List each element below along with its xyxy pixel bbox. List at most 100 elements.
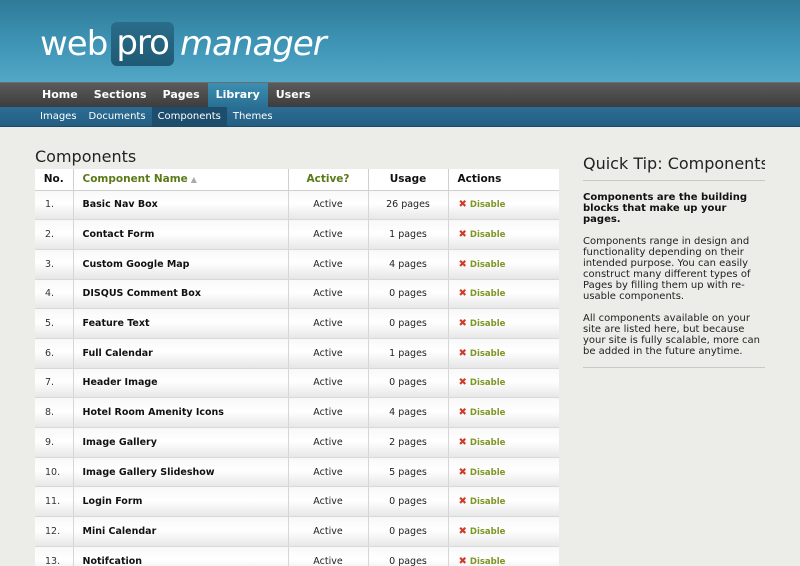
page-title: Components [35,147,137,166]
usage-count: 0 pages [368,546,449,566]
active-status: Active [288,190,369,221]
logo[interactable]: web pro manager [40,22,327,66]
row-number: 11. [35,486,74,518]
disable-label: Disable [469,259,506,270]
disable-button[interactable]: ✖ Disable [458,229,506,241]
table-row: 8. Hotel Room Amenity Icons Active 4 pages ✖… [35,397,559,428]
usage-count: 1 pages [368,338,449,369]
disable-button[interactable]: ✖ Disable [459,348,506,359]
active-status: Active [288,546,369,566]
actions-cell: ✖ Disable [448,427,559,458]
row-number: 8. [35,397,74,428]
logo-part-manager: manager [179,24,327,64]
disable-label: Disable [469,408,506,419]
active-status: Active [288,368,369,399]
red-x-icon: ✖ [458,407,467,419]
actions-cell: ✖ Disable [448,190,559,221]
component-name: Header Image [73,368,289,399]
disable-button[interactable]: ✖ Disable [458,318,506,330]
active-status: Active [288,219,369,250]
quick-tip-paragraph-1: Components range in design and functiona… [583,236,751,302]
usage-count: 4 pages [368,249,449,280]
nav-pages[interactable]: Pages [155,83,208,107]
component-name: Custom Google Map [73,249,289,280]
disable-button[interactable]: ✖ Disable [459,259,506,270]
table-row: 4. DISQUS Comment Box Active 0 pages ✖ Disabl… [35,279,559,310]
logo-part-web: web [40,24,108,64]
component-name: Image Gallery [73,427,289,458]
table-row: 2. Contact Form Active 1 pages ✖ Disable [35,219,559,250]
quick-tip-title: Quick Tip: Components [583,154,765,181]
col-header-active[interactable]: Active? [288,169,369,191]
quick-tip-lead: Components are the building blocks that … [583,192,747,225]
table-row: 7. Header Image Active 0 pages ✖ Disable [35,368,559,399]
actions-cell: ✖ Disable [448,457,559,488]
table-row: 3. Custom Google Map Active 4 pages ✖ Disable [35,249,559,280]
sub-nav: Images Documents Components Themes [0,107,800,127]
disable-button[interactable]: ✖ Disable [459,556,506,566]
usage-count: 0 pages [368,486,449,518]
disable-button[interactable]: ✖ Disable [458,407,506,419]
row-number: 7. [35,368,74,399]
nav-home[interactable]: Home [34,83,86,107]
usage-count: 5 pages [368,457,449,488]
actions-cell: ✖ Disable [448,516,559,547]
active-status: Active [288,486,369,518]
usage-count: 2 pages [368,427,449,458]
row-number: 2. [35,219,74,250]
disable-label: Disable [469,230,506,241]
component-name: Login Form [73,486,289,518]
disable-button[interactable]: ✖ Disable [458,436,506,448]
usage-count: 0 pages [368,279,449,310]
usage-count: 26 pages [368,190,449,221]
component-name: Contact Form [73,219,289,250]
subnav-components[interactable]: Components [151,107,227,126]
disable-label: Disable [469,378,506,389]
col-header-name[interactable]: Component Name ▲ [73,169,289,191]
disable-button[interactable]: ✖ Disable [459,526,506,537]
disable-button[interactable]: ✖ Disable [459,199,506,211]
red-x-icon: ✖ [458,318,467,330]
disable-label: Disable [469,348,506,359]
col-header-name-label: Component Name [82,173,188,186]
disable-label: Disable [469,467,506,478]
red-x-icon: ✖ [458,466,467,478]
table-row: 1. Basic Nav Box Active 26 pages ✖ Disable [35,190,559,221]
disable-label: Disable [469,200,506,211]
actions-cell: ✖ Disable [448,219,559,250]
disable-button[interactable]: ✖ Disable [459,496,506,507]
actions-cell: ✖ Disable [448,279,559,310]
nav-sections[interactable]: Sections [86,83,155,107]
disable-label: Disable [469,526,506,537]
disable-label: Disable [469,437,506,448]
table-row: 12. Mini Calendar Active 0 pages ✖ Disable [35,516,559,547]
sort-up-arrow-icon[interactable]: ▲ [191,175,197,184]
red-x-icon: ✖ [458,436,467,448]
actions-cell: ✖ Disable [448,338,559,369]
usage-count: 0 pages [368,368,449,399]
usage-count: 0 pages [368,308,449,339]
col-header-actions: Actions [448,169,559,191]
disable-label: Disable [469,319,506,330]
col-header-no: No. [35,169,74,191]
component-name: Image Gallery Slideshow [73,457,289,488]
red-x-icon: ✖ [458,229,467,241]
table-row: 13. Notifcation Active 0 pages ✖ Disable [35,546,559,566]
disable-button[interactable]: ✖ Disable [459,288,506,300]
subnav-themes[interactable]: Themes [227,107,279,126]
actions-cell: ✖ Disable [448,249,559,280]
subnav-images[interactable]: Images [34,107,83,126]
nav-users[interactable]: Users [268,83,319,107]
active-status: Active [288,279,369,310]
subnav-documents[interactable]: Documents [83,107,152,126]
component-name: DISQUS Comment Box [73,279,289,310]
usage-count: 4 pages [368,397,449,428]
active-status: Active [288,338,369,369]
actions-cell: ✖ Disable [448,546,559,566]
nav-library[interactable]: Library [207,83,268,107]
disable-button[interactable]: ✖ Disable [458,466,506,478]
disable-button[interactable]: ✖ Disable [459,377,506,389]
logo-part-pro: pro [111,22,174,66]
active-status: Active [288,249,369,280]
disable-label: Disable [469,289,506,300]
